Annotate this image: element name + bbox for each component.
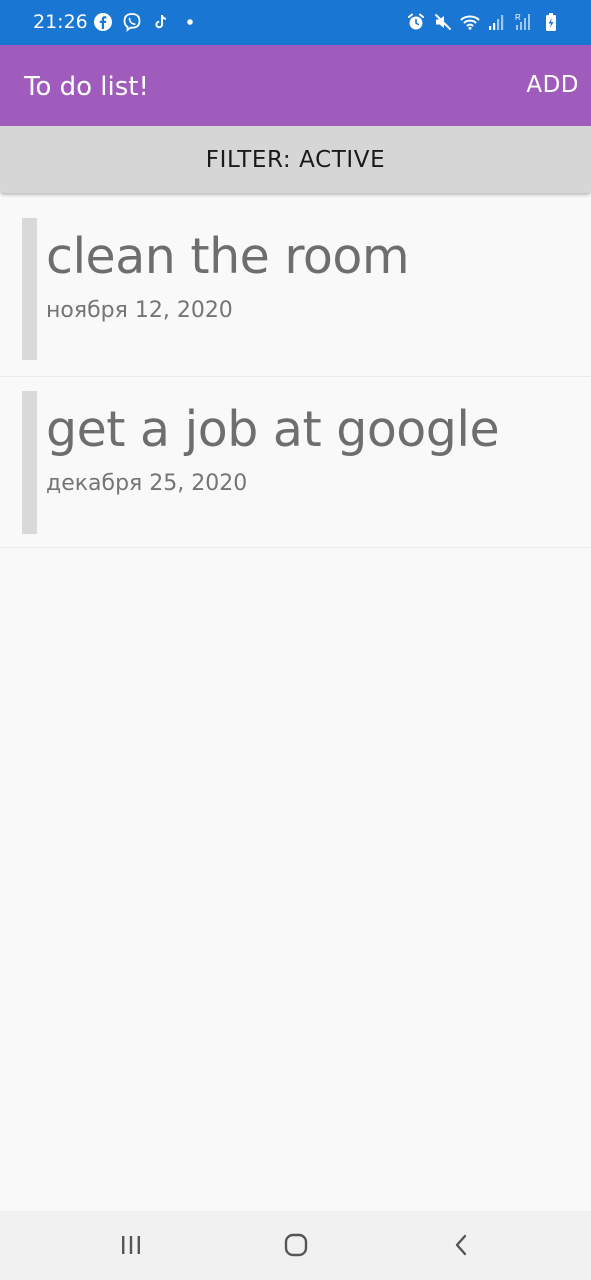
battery-charging-icon	[546, 13, 556, 31]
dot-icon	[187, 19, 193, 25]
filter-label: FILTER: ACTIVE	[205, 146, 386, 173]
recents-icon	[122, 1236, 140, 1254]
tiktok-icon	[155, 15, 167, 29]
app-title: To do list!	[24, 72, 149, 102]
status-icons-right: R	[406, 11, 561, 33]
signal-icon	[489, 15, 504, 30]
task-date: декабря 25, 2020	[46, 471, 248, 496]
status-bar: 21:26 R	[0, 0, 591, 45]
wifi-icon	[460, 15, 480, 30]
task-priority-bar	[22, 391, 37, 534]
task-title: get a job at google	[46, 401, 500, 458]
app-bar: To do list! ADD	[0, 45, 591, 126]
signal-roaming-icon: R	[515, 13, 530, 30]
recents-button[interactable]	[109, 1223, 153, 1267]
list-item[interactable]: get a job at google декабря 25, 2020	[0, 378, 591, 548]
status-time: 21:26	[33, 11, 88, 33]
task-title: clean the room	[46, 228, 410, 285]
task-priority-bar	[22, 218, 37, 360]
nav-bar	[0, 1211, 591, 1280]
svg-text:R: R	[515, 13, 521, 22]
back-button[interactable]	[440, 1223, 484, 1267]
filter-button[interactable]: FILTER: ACTIVE	[0, 126, 591, 193]
home-button[interactable]	[274, 1223, 318, 1267]
viber-icon	[123, 13, 141, 32]
status-icons-left	[93, 11, 200, 33]
alarm-icon	[408, 13, 424, 30]
facebook-icon	[94, 13, 112, 31]
list-item[interactable]: clean the room ноября 12, 2020	[0, 205, 591, 377]
mute-icon	[435, 14, 451, 30]
add-button[interactable]: ADD	[526, 69, 579, 101]
task-date: ноября 12, 2020	[46, 298, 233, 323]
back-icon	[455, 1234, 467, 1256]
home-icon	[284, 1233, 308, 1257]
